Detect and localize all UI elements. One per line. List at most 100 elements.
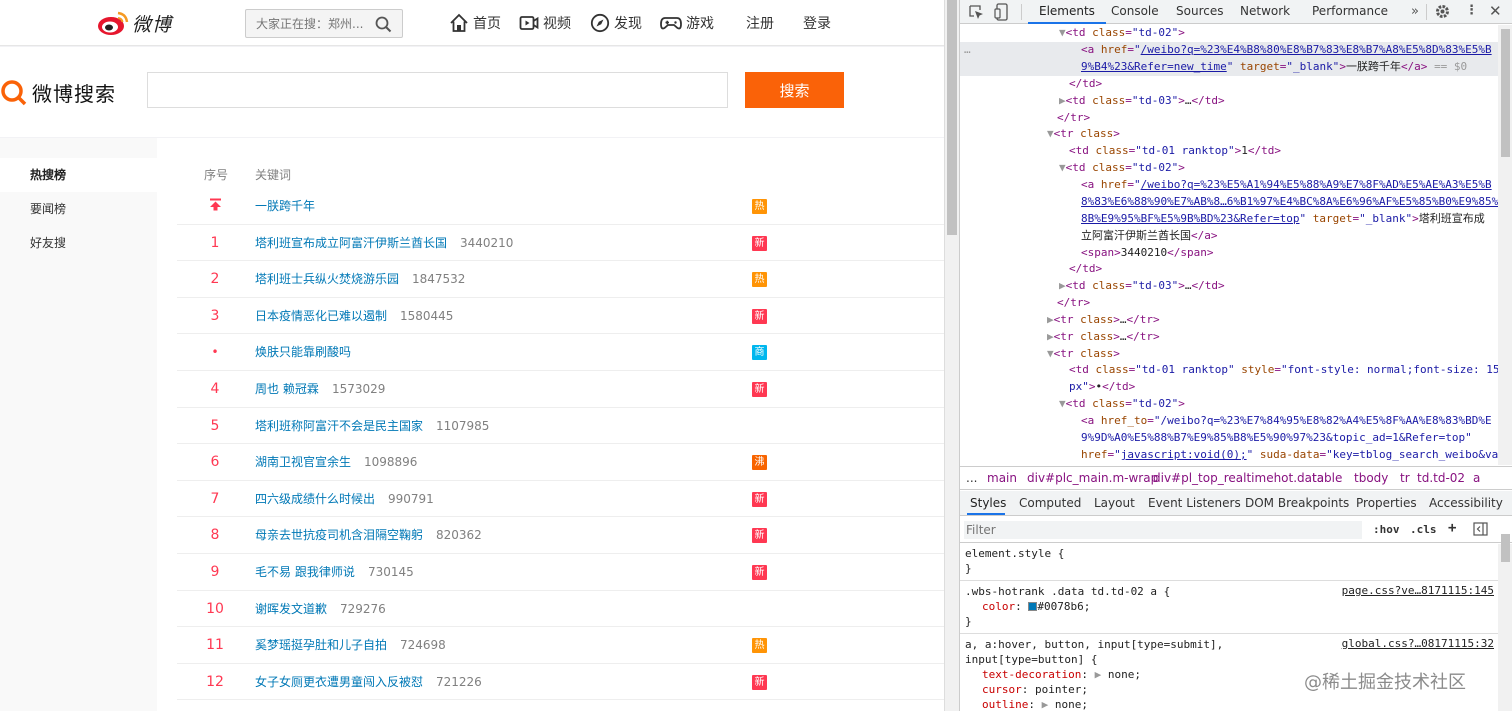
tab-accessibility[interactable]: Accessibility	[1429, 496, 1503, 510]
breadcrumb-item[interactable]: div#plc_main.m-wrap	[1027, 471, 1158, 485]
table-row[interactable]: 12 女子女厕更衣遭男童闯入反被怼 721226 新	[177, 664, 944, 701]
table-row[interactable]: 3 日本疫情恶化已难以遏制 1580445 新	[177, 298, 944, 335]
dom-line[interactable]: ▶<td class="td-03">…</td>	[960, 93, 1498, 110]
hot-keyword-link[interactable]: 湖南卫视官宣余生	[255, 444, 351, 480]
breadcrumb-item[interactable]: div#pl_top_realtimehot.data	[1153, 471, 1324, 485]
breadcrumb-item[interactable]: td.td-02	[1417, 471, 1465, 485]
css-declaration[interactable]: color: #0078b6;	[982, 599, 1090, 614]
hot-keyword-link[interactable]: 一朕跨千年	[255, 188, 315, 224]
styles-scrollbar-thumb[interactable]	[1501, 534, 1510, 562]
rule-selector-continued[interactable]: input[type=button] {	[965, 652, 1097, 667]
weibo-logo[interactable]: 微博	[96, 8, 172, 38]
tab-event-listeners[interactable]: Event Listeners	[1148, 496, 1241, 510]
dom-line[interactable]: <a href_to="/weibo?q=%23%E7%84%95%E8%82%…	[960, 413, 1498, 465]
main-search-input[interactable]	[147, 72, 728, 108]
rule-element-style-selector[interactable]: element.style {	[965, 546, 1064, 561]
table-row[interactable]: 4 周也 赖冠霖 1573029 新	[177, 371, 944, 408]
sidebar-item-hot[interactable]: 热搜榜	[0, 158, 157, 192]
dom-line[interactable]: <span>3440210</span>	[960, 245, 1498, 262]
rule-selector[interactable]: .wbs-hotrank .data td.td-02 a {	[965, 584, 1170, 599]
dom-line[interactable]: <a href="/weibo?q=%23%E5%A1%94%E5%88%A9%…	[960, 177, 1498, 245]
search-button[interactable]: 搜索	[745, 72, 844, 108]
dom-line[interactable]: </td>	[960, 261, 1498, 278]
hot-keyword-link[interactable]: 焕肤只能靠刷酸吗	[255, 334, 351, 370]
nav-discover[interactable]: 发现	[590, 12, 642, 34]
breadcrumb-item-active[interactable]: a	[1473, 471, 1480, 485]
hot-keyword-link[interactable]: 谢晖发文道歉	[255, 591, 327, 627]
table-row[interactable]: 7 四六级成绩什么时候出 990791 新	[177, 481, 944, 518]
hot-keyword-link[interactable]: 毛不易 跟我律师说	[255, 554, 355, 590]
table-row[interactable]: 一朕跨千年 热	[177, 188, 944, 225]
cls-toggle[interactable]: .cls	[1410, 523, 1437, 536]
hot-keyword-link[interactable]: 女子女厕更衣遭男童闯入反被怼	[255, 664, 423, 700]
dom-line[interactable]: </td>	[960, 76, 1498, 93]
dom-line[interactable]: ▼<td class="td-02">	[960, 25, 1498, 42]
css-declaration[interactable]: cursor: pointer;	[982, 682, 1088, 697]
rule-selector[interactable]: a, a:hover, button, input[type=submit],	[965, 637, 1223, 652]
nav-video[interactable]: 视频	[519, 12, 571, 34]
sidebar-item-news[interactable]: 要闻榜	[0, 192, 157, 226]
tab-layout[interactable]: Layout	[1094, 496, 1135, 510]
inspect-element-icon[interactable]	[968, 4, 984, 23]
table-row[interactable]: • 焕肤只能靠刷酸吗 商	[177, 334, 944, 371]
hot-keyword-link[interactable]: 周也 赖冠霖	[255, 371, 319, 407]
hot-keyword-link[interactable]: 四六级成绩什么时候出	[255, 481, 375, 517]
dom-line-selected[interactable]: … <a href="/weibo?q=%23%E4%B8%80%E8%B7%83…	[960, 42, 1498, 76]
css-declaration[interactable]: text-decoration: ▶ none;	[982, 667, 1141, 682]
dom-line[interactable]: ▼<tr class>	[960, 346, 1498, 363]
breadcrumb-ellipsis[interactable]: ...	[966, 471, 977, 485]
dom-line[interactable]: ▼<tr class>	[960, 126, 1498, 143]
dom-line[interactable]: </tr>	[960, 110, 1498, 127]
tab-console[interactable]: Console	[1111, 0, 1159, 24]
dom-line[interactable]: ▼<td class="td-02">	[960, 396, 1498, 413]
close-icon[interactable]: ✕	[1489, 2, 1502, 20]
table-row[interactable]: 6 湖南卫视官宣余生 1098896 沸	[177, 444, 944, 481]
table-row[interactable]: 8 母亲去世抗疫司机含泪隔空鞠躬 820362 新	[177, 517, 944, 554]
hot-keyword-link[interactable]: 塔利班宣布成立阿富汗伊斯兰酋长国	[255, 225, 447, 261]
styles-scrollbar[interactable]	[1498, 534, 1512, 711]
dom-scrollbar[interactable]	[1498, 25, 1512, 465]
tab-dom-breakpoints[interactable]: DOM Breakpoints	[1245, 496, 1349, 510]
tab-computed[interactable]: Computed	[1019, 496, 1081, 510]
table-row[interactable]: 1 塔利班宣布成立阿富汗伊斯兰酋长国 3440210 新	[177, 225, 944, 262]
dom-line[interactable]: <td class="td-01 ranktop">1</td>	[960, 143, 1498, 160]
tab-elements[interactable]: Elements	[1028, 0, 1106, 24]
rule-source-link[interactable]: global.css?…08171115:32	[1342, 637, 1494, 650]
breadcrumb-item[interactable]: main	[987, 471, 1017, 485]
breadcrumb-item[interactable]: tr	[1400, 471, 1410, 485]
kebab-menu-icon[interactable]: ⋮	[1465, 3, 1478, 18]
dom-line[interactable]: <td class="td-01 ranktop" style="font-st…	[960, 362, 1498, 396]
tab-performance[interactable]: Performance	[1312, 0, 1388, 24]
hot-keyword-link[interactable]: 塔利班士兵纵火焚烧游乐园	[255, 261, 399, 297]
hot-keyword-link[interactable]: 塔利班称阿富汗不会是民主国家	[255, 408, 423, 444]
table-row[interactable]: 5 塔利班称阿富汗不会是民主国家 1107985	[177, 408, 944, 445]
hot-keyword-link[interactable]: 母亲去世抗疫司机含泪隔空鞠躬	[255, 517, 423, 553]
breadcrumb-item[interactable]: table	[1312, 471, 1342, 485]
tab-styles[interactable]: Styles	[970, 496, 1006, 510]
table-row[interactable]: 11 奚梦瑶挺孕肚和儿子自拍 724698 热	[177, 627, 944, 664]
new-rule-button[interactable]: +	[1448, 520, 1456, 536]
hov-toggle[interactable]: :hov	[1373, 523, 1400, 536]
gear-icon[interactable]	[1434, 3, 1451, 23]
nav-home[interactable]: 首页	[449, 12, 501, 34]
nav-games[interactable]: 游戏	[660, 12, 714, 34]
tab-sources[interactable]: Sources	[1176, 0, 1223, 24]
css-declaration[interactable]: outline: ▶ none;	[982, 697, 1088, 711]
nav-register[interactable]: 注册	[746, 12, 774, 34]
rule-source-link[interactable]: page.css?ve…8171115:145	[1342, 584, 1494, 597]
table-row[interactable]: 10 谢晖发文道歉 729276	[177, 591, 944, 628]
tab-network[interactable]: Network	[1240, 0, 1290, 24]
table-row[interactable]: 9 毛不易 跟我律师说 730145 新	[177, 554, 944, 591]
dom-scrollbar-thumb[interactable]	[1501, 29, 1510, 157]
hot-keyword-link[interactable]: 日本疫情恶化已难以遏制	[255, 298, 387, 334]
search-icon[interactable]	[375, 16, 392, 36]
page-scrollbar[interactable]	[944, 0, 959, 711]
dom-line[interactable]: ▶<tr class>…</tr>	[960, 329, 1498, 346]
top-search-input[interactable]	[246, 10, 366, 37]
device-toolbar-icon[interactable]	[994, 3, 1010, 24]
dom-line[interactable]: </tr>	[960, 295, 1498, 312]
styles-filter-input[interactable]	[964, 521, 1362, 539]
tab-properties[interactable]: Properties	[1356, 496, 1417, 510]
dom-line[interactable]: ▶<tr class>…</tr>	[960, 312, 1498, 329]
dom-line[interactable]: ▼<td class="td-02">	[960, 160, 1498, 177]
